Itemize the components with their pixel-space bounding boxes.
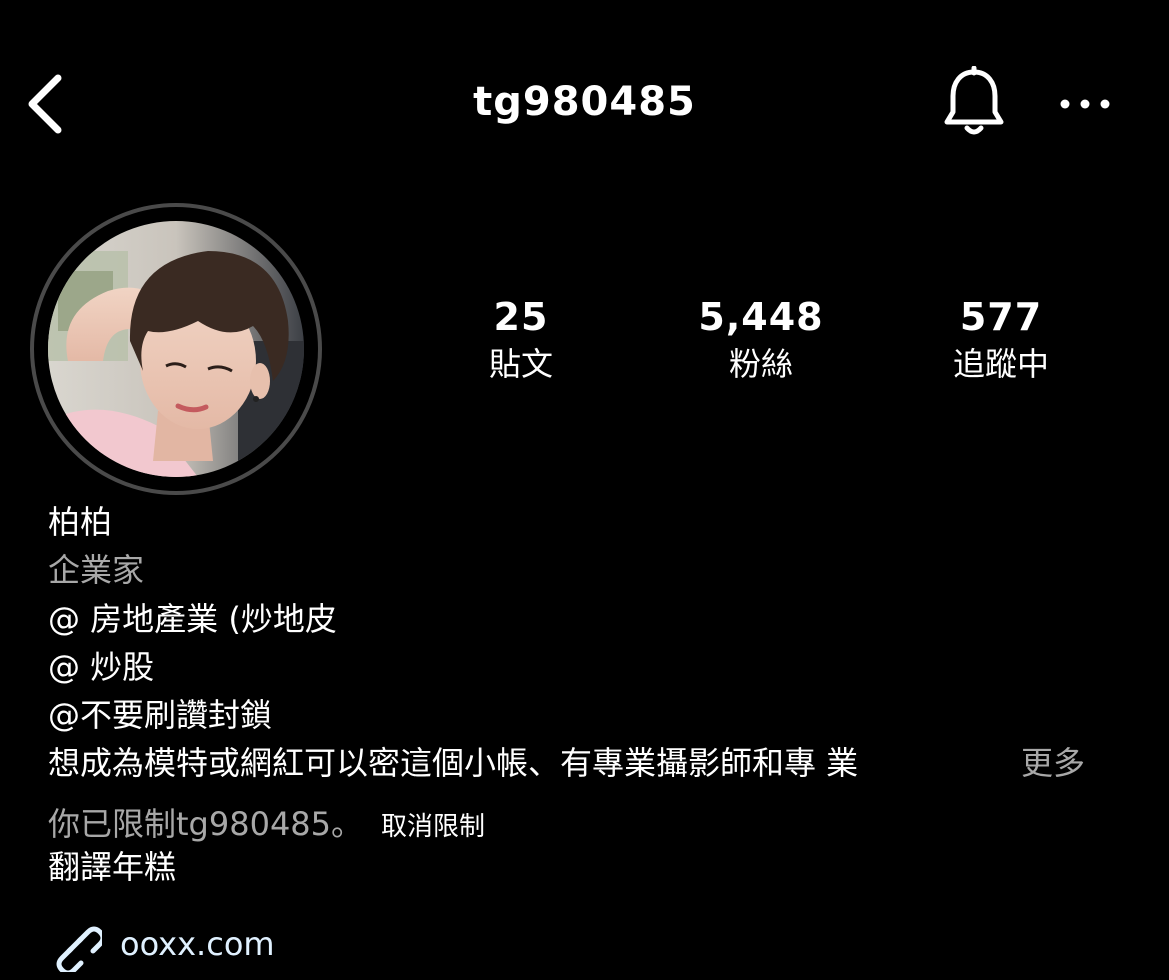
link-icon — [56, 926, 102, 972]
posts-label: 貼文 — [488, 345, 553, 383]
following-count: 577 — [959, 295, 1043, 339]
followers-stat[interactable]: 5,448 粉絲 — [661, 292, 861, 386]
following-stat[interactable]: 577 追蹤中 — [901, 292, 1101, 386]
bio-line: @不要刷讚封鎖 — [48, 696, 273, 734]
following-label: 追蹤中 — [952, 345, 1049, 383]
posts-stat[interactable]: 25 貼文 — [421, 292, 621, 386]
restricted-text: 你已限制tg980485。 — [48, 805, 364, 843]
followers-count: 5,448 — [698, 295, 824, 339]
translate-bio-link[interactable]: 翻譯年糕 — [48, 845, 176, 889]
unrestrict-button[interactable]: 取消限制 — [381, 812, 485, 842]
profile-header: tg980485 — [0, 0, 1169, 200]
more-options-button[interactable] — [1056, 88, 1114, 120]
posts-count: 25 — [493, 295, 549, 339]
bio-line: @ 房地產業 (炒地皮 — [48, 600, 337, 638]
notifications-button[interactable] — [942, 65, 1006, 140]
profile-photo — [48, 221, 304, 477]
avatar[interactable] — [48, 221, 304, 477]
profile-name: 柏柏 — [48, 503, 113, 541]
bio-line: 想成為模特或網紅可以密這個小帳、有專業攝影師和專 業 — [48, 744, 859, 782]
bio-line: @ 炒股 — [48, 648, 155, 686]
bell-icon — [944, 65, 1004, 135]
bio-more-link[interactable]: 更多 — [1021, 741, 1085, 785]
profile-link-text: ooxx.com — [120, 925, 275, 963]
profile-category: 企業家 — [48, 551, 145, 589]
followers-label: 粉絲 — [728, 345, 793, 383]
more-horizontal-icon — [1060, 99, 1110, 109]
